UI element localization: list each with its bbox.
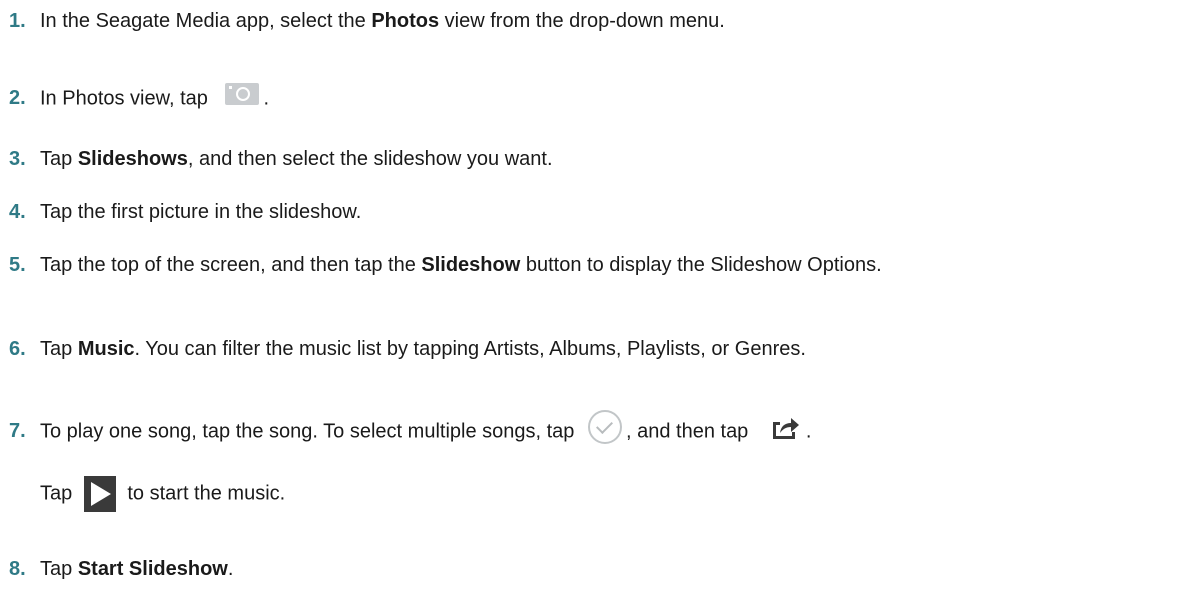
step-text: . (263, 87, 269, 110)
step-text: , and then tap (625, 420, 754, 443)
step-text: Tap (40, 148, 78, 170)
step-7: 7. To play one song, tap the song. To sel… (9, 410, 1179, 454)
step-text: . (805, 420, 812, 443)
step-text: to start the music. (121, 482, 286, 505)
step-7-continued: Tap to start the music. (9, 476, 1187, 512)
step-2: 2. In Photos view, tap . (9, 83, 1179, 115)
play-icon (83, 476, 116, 512)
step-text: In Photos view, tap (40, 87, 214, 110)
step-number: 4. (9, 201, 26, 223)
step-text: Tap the top of the screen, and then tap … (40, 254, 422, 276)
step-text: Tap the first picture in the slideshow. (40, 201, 362, 223)
step-bold-text: Photos (371, 10, 440, 32)
step-text: Tap (40, 338, 78, 360)
step-number: 7. (9, 420, 26, 443)
step-3: 3. Tap Slideshows, and then select the sl… (9, 146, 1179, 172)
step-text: In the Seagate Media app, select the (40, 10, 372, 32)
step-number: 8. (9, 558, 26, 580)
share-icon (770, 414, 800, 440)
camera-icon (225, 83, 260, 105)
step-bold-text: Start Slideshow (77, 558, 228, 580)
step-8: 8. Tap Start Slideshow. (9, 556, 1179, 582)
step-text: , and then select the slideshow you want… (187, 148, 553, 170)
step-text: view from the drop-down menu. (439, 10, 725, 32)
step-number: 2. (9, 87, 26, 110)
step-bold-text: Slideshow (421, 254, 521, 276)
step-text: Tap (40, 482, 78, 505)
step-bold-text: Music (77, 338, 135, 360)
step-number: 6. (9, 338, 26, 360)
step-text: Tap (40, 558, 78, 580)
step-1: 1. In the Seagate Media app, select the P… (9, 8, 1179, 34)
step-6: 6. Tap Music. You can filter the music li… (9, 336, 1179, 362)
step-5: 5. Tap the top of the screen, and then ta… (9, 252, 1179, 278)
step-text: button to display the Slideshow Options. (520, 254, 882, 276)
step-text: . You can filter the music list by tappi… (134, 338, 806, 360)
check-circle-icon (587, 410, 622, 444)
step-number: 5. (9, 254, 26, 276)
step-number: 3. (9, 148, 26, 170)
step-4: 4. Tap the first picture in the slideshow… (9, 199, 1179, 225)
step-number: 1. (9, 10, 26, 32)
step-text: To play one song, tap the song. To selec… (40, 420, 580, 443)
step-text: . (227, 558, 234, 580)
step-bold-text: Slideshows (77, 148, 188, 170)
